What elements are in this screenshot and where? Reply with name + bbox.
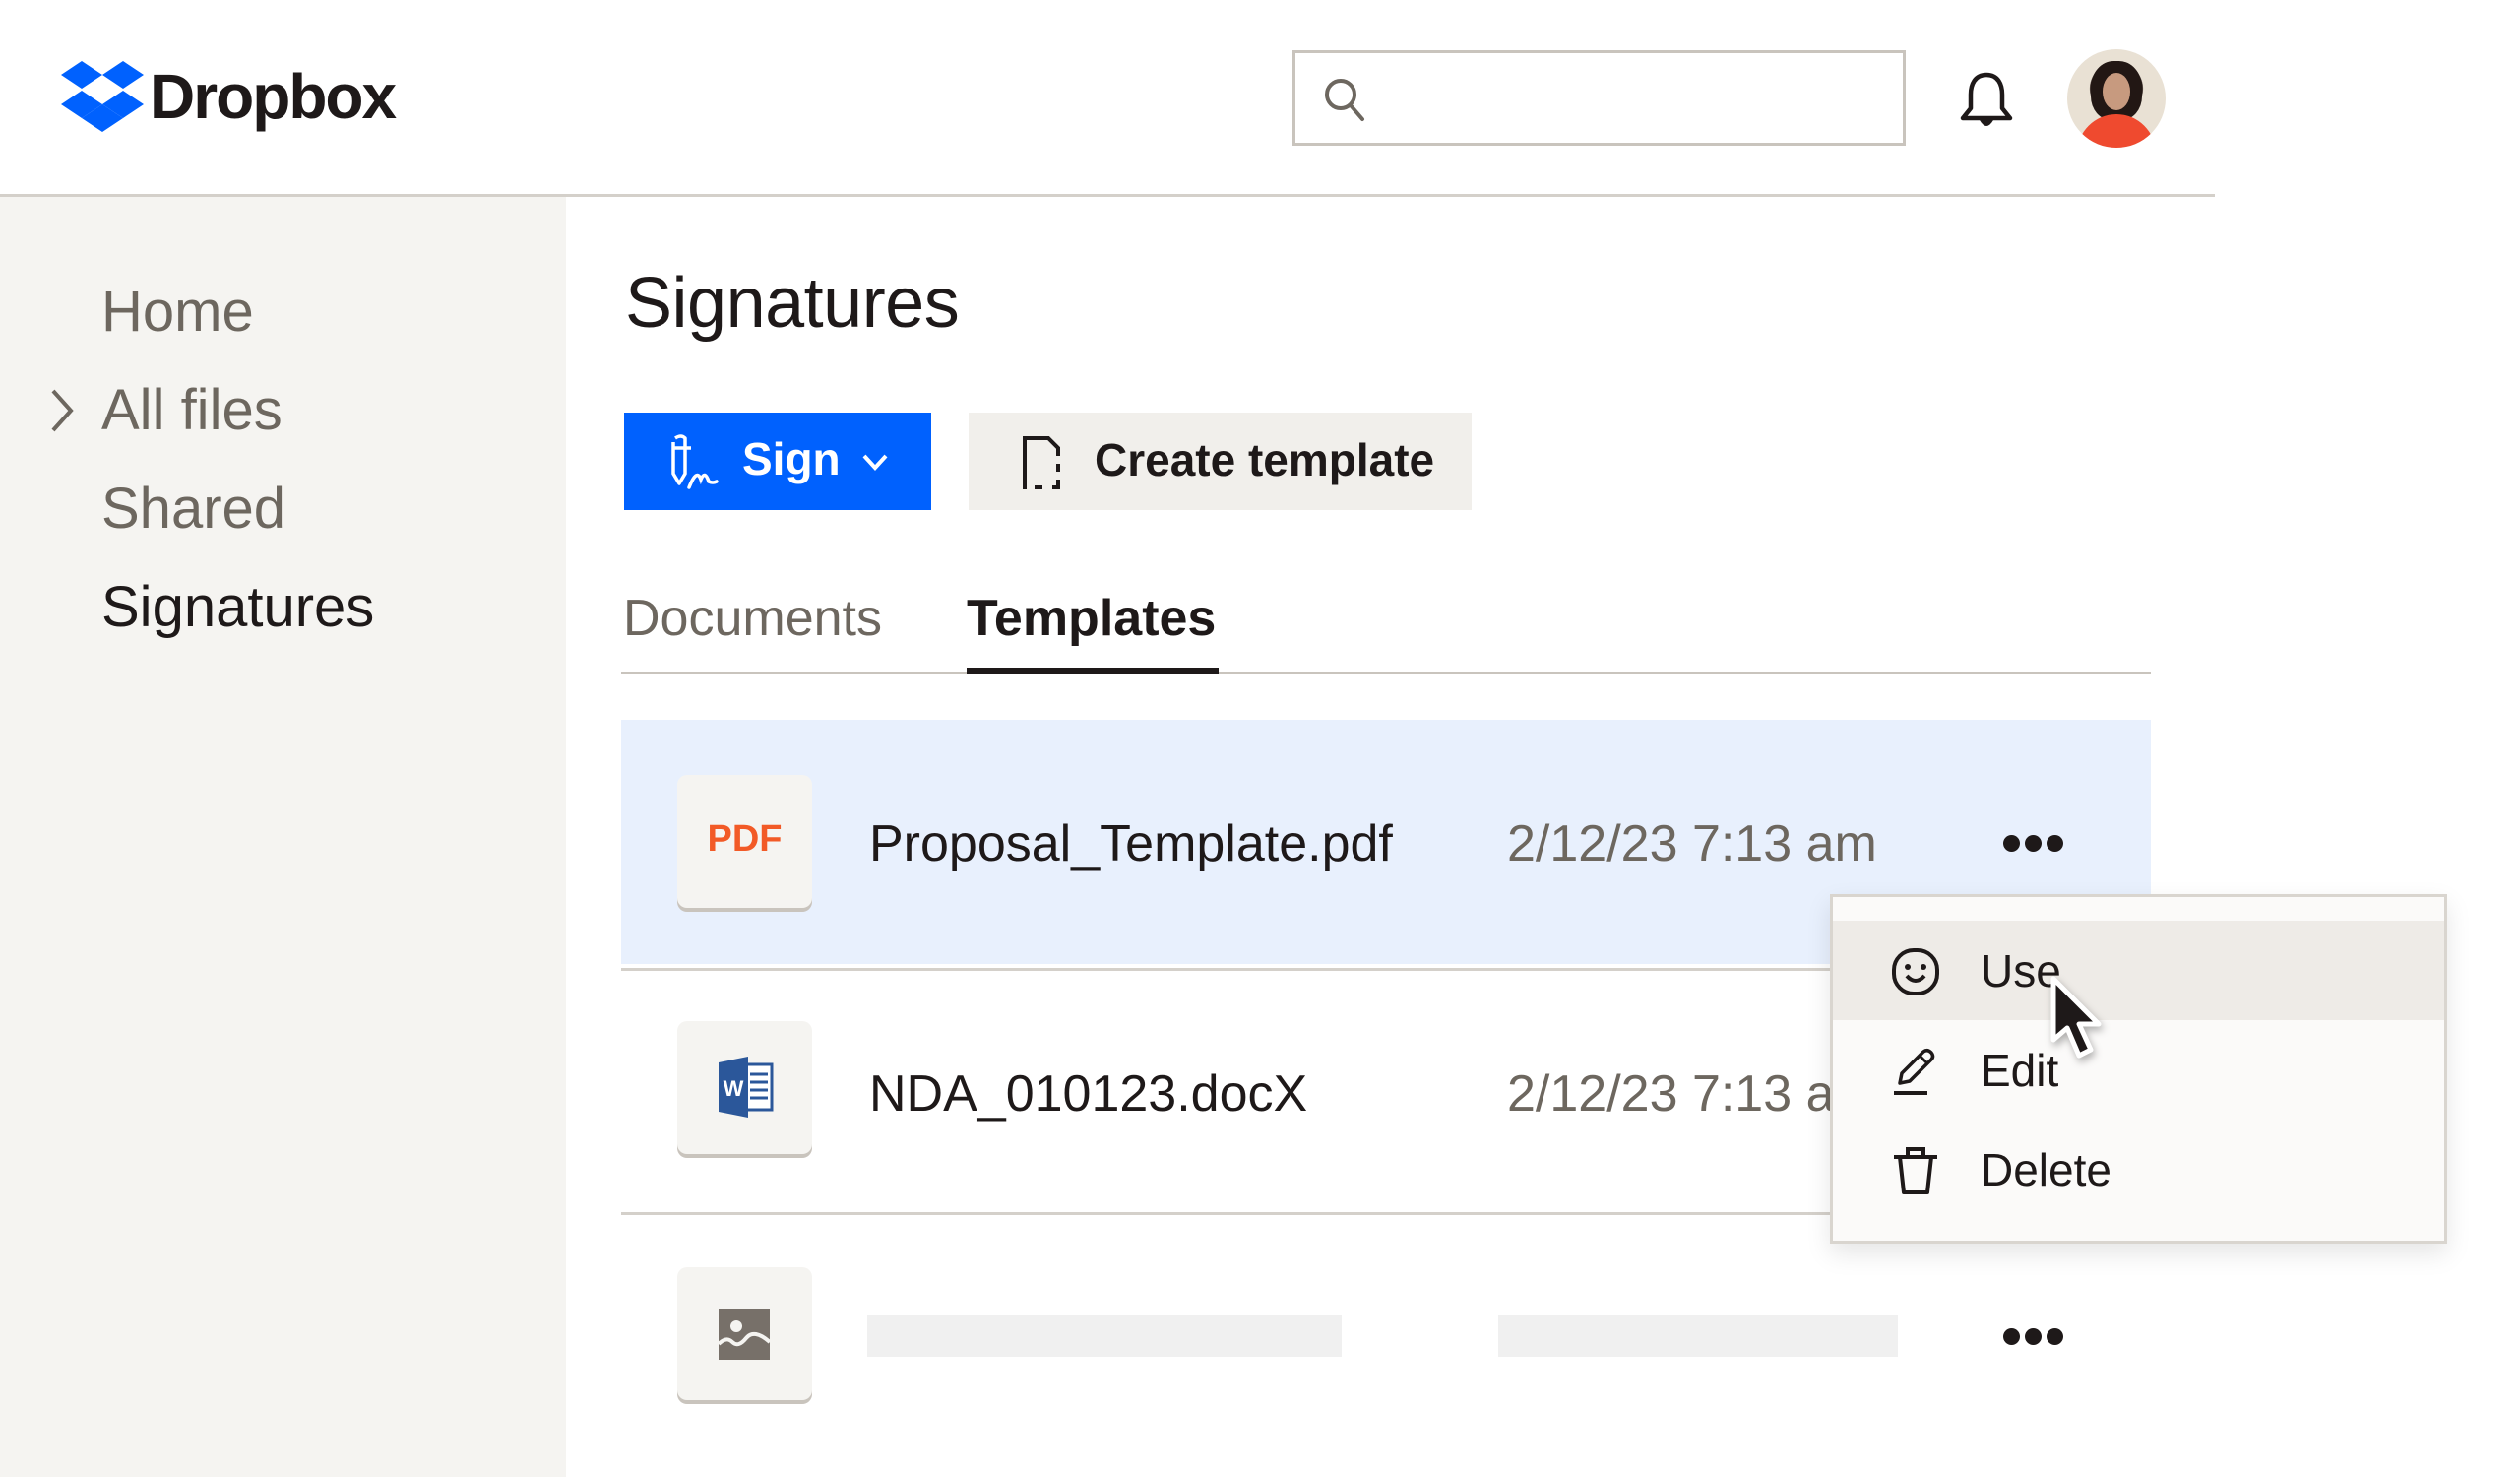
image-file-icon [677,1267,812,1400]
file-row-placeholder [621,1214,2151,1458]
sign-button[interactable]: Sign [624,413,931,510]
user-avatar[interactable] [2067,49,2166,148]
file-name[interactable]: Proposal_Template.pdf [869,818,1393,869]
smile-icon [1892,948,1939,995]
sidebar-item-all-files[interactable]: All files [101,382,283,439]
menu-item-label: Edit [1981,1045,2059,1096]
dropbox-logo[interactable]: Dropbox [61,61,397,132]
search-input[interactable] [1384,63,1876,132]
dot [2003,1328,2020,1345]
bell-icon[interactable] [1957,69,2016,132]
dot [2047,1328,2063,1345]
menu-item-label: Delete [1981,1144,2111,1195]
dot [2047,835,2063,852]
dot [2003,835,2020,852]
menu-item-delete[interactable]: Delete [1833,1120,2444,1219]
create-template-label: Create template [1095,434,1435,485]
menu-item-use[interactable]: Use [1833,921,2444,1020]
sidebar-item-signatures[interactable]: Signatures [101,579,374,636]
file-date: 2/12/23 7:13 am [1507,815,1877,872]
create-template-button[interactable]: Create template [969,413,1472,510]
sidebar-item-home[interactable]: Home [101,284,254,341]
menu-item-label: Use [1981,945,2061,996]
sign-button-label: Sign [742,433,841,484]
tab-templates[interactable]: Templates [967,593,1216,644]
tab-documents[interactable]: Documents [623,593,882,644]
svg-text:W: W [724,1076,744,1101]
active-tab-indicator [967,668,1219,674]
top-header: Dropbox [0,0,2520,197]
signature-pen-icon [671,434,719,489]
word-file-icon: W [677,1021,812,1154]
template-document-icon [1023,436,1060,489]
pencil-icon [1894,1048,1935,1095]
file-name[interactable]: NDA_010123.docX [869,1068,1307,1120]
tabs-divider [621,672,2151,674]
trash-icon [1894,1147,1937,1194]
pdf-file-icon: PDF [677,775,812,908]
word-icon: W [719,1057,774,1118]
search-box[interactable] [1292,50,1906,146]
skeleton-name-bar [867,1315,1342,1357]
more-options-button[interactable] [2003,1328,2064,1348]
image-icon [719,1309,770,1360]
page-title: Signatures [625,264,960,343]
chevron-down-icon [862,454,888,471]
sidebar-item-shared[interactable]: Shared [101,481,285,538]
more-options-button[interactable] [2003,835,2064,855]
search-icon [1325,79,1364,121]
file-date: 2/12/23 7:13 am [1507,1065,1877,1123]
logo-wordmark: Dropbox [150,61,397,132]
skeleton-date-bar [1498,1315,1898,1357]
context-menu: Use Edit Delete [1830,894,2447,1244]
dot [2025,1328,2042,1345]
chevron-right-icon[interactable] [47,387,77,434]
dropbox-logo-icon [61,61,144,132]
sidebar [0,197,566,1477]
menu-item-edit[interactable]: Edit [1833,1020,2444,1120]
dot [2025,835,2042,852]
